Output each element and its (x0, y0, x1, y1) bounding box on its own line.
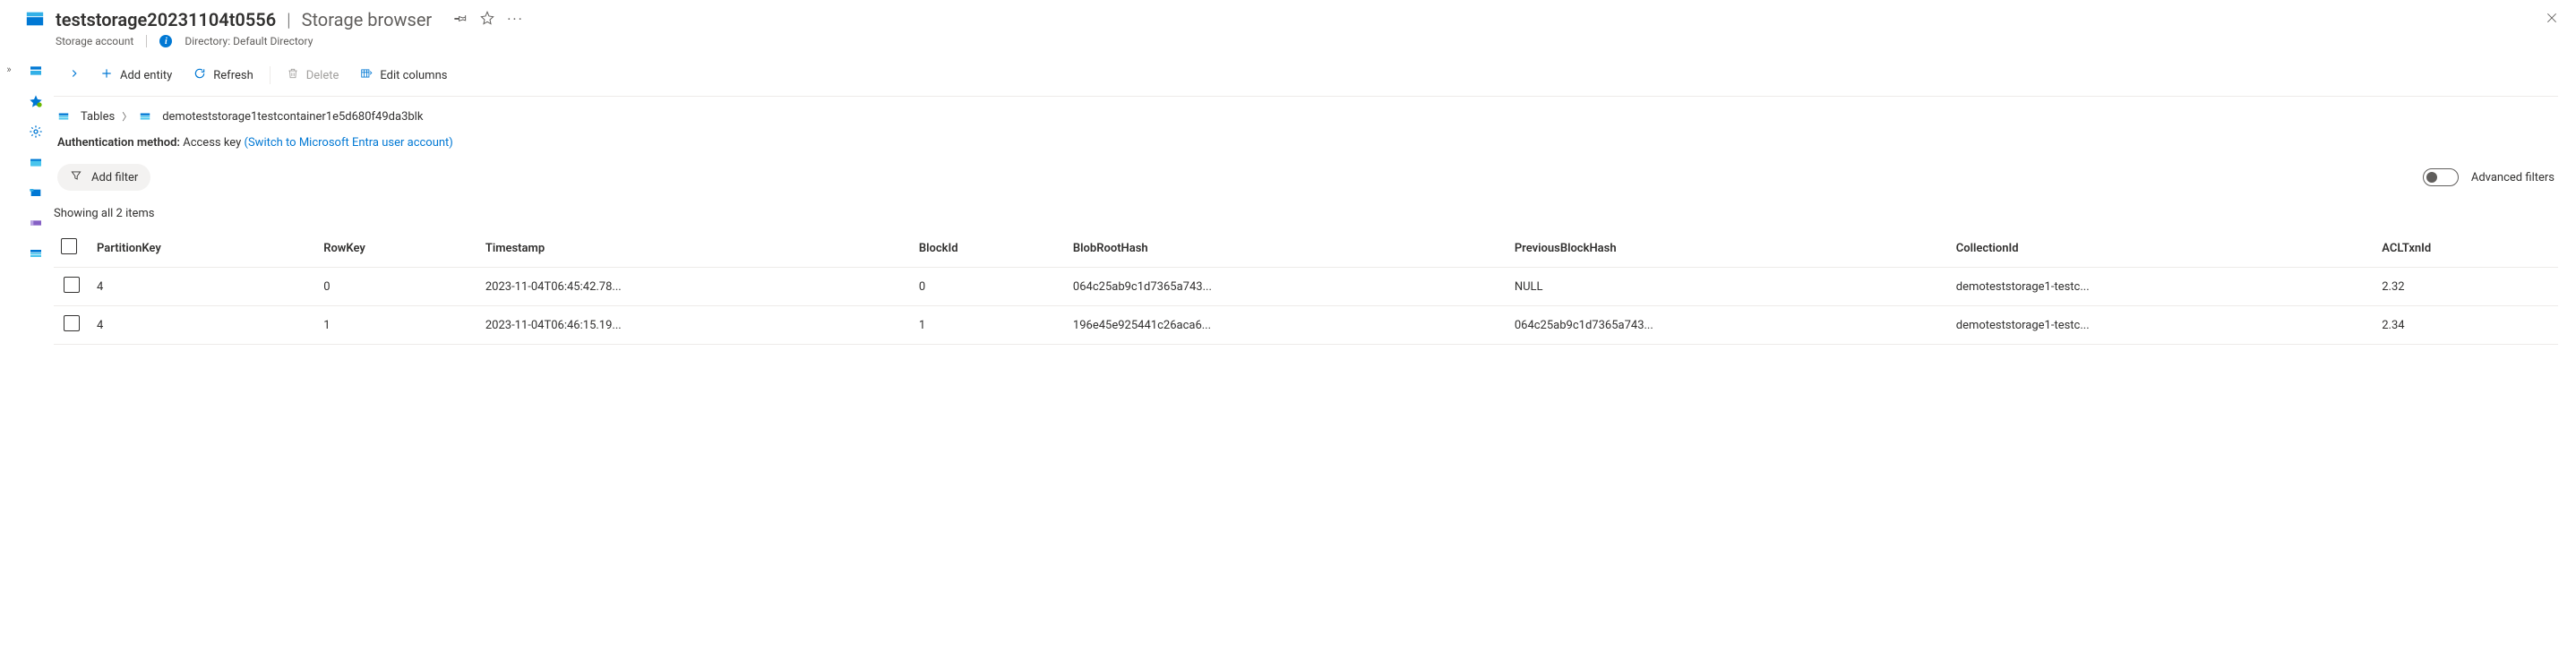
cell-blobroothash: 064c25ab9c1d7365a743... (1066, 268, 1507, 306)
chevron-right-icon: 〉 (122, 109, 132, 124)
cell-previousblockhash: NULL (1507, 268, 1949, 306)
sidebar-item-tables[interactable] (29, 246, 43, 261)
item-count-text: Showing all 2 items (54, 203, 2558, 229)
sidebar-item-favorites[interactable] (29, 94, 43, 108)
trash-icon (287, 67, 299, 83)
cell-partitionkey: 4 (90, 268, 316, 306)
resource-name: teststorage20231104t0556 (56, 9, 276, 30)
add-filter-button[interactable]: Add filter (57, 164, 150, 191)
page-title: Storage browser (302, 9, 433, 30)
col-timestamp[interactable]: Timestamp (478, 229, 912, 268)
resource-type-label: Storage account (56, 35, 133, 47)
add-entity-button[interactable]: Add entity (91, 62, 181, 89)
divider (146, 35, 147, 47)
select-all-checkbox[interactable] (61, 238, 77, 254)
pin-icon[interactable] (453, 11, 468, 29)
directory-label: Directory: Default Directory (185, 35, 313, 47)
auth-method-label: Authentication method: (57, 136, 180, 150)
auth-method-row: Authentication method: Access key (Switc… (54, 133, 2558, 160)
col-blockid[interactable]: BlockId (912, 229, 1066, 268)
filter-icon (70, 169, 82, 185)
table-row[interactable]: 4 1 2023-11-04T06:46:15.19... 1 196e45e9… (54, 306, 2558, 345)
cell-blobroothash: 196e45e925441c26aca6... (1066, 306, 1507, 345)
close-blade-button[interactable] (2542, 7, 2562, 31)
breadcrumb: Tables 〉 demoteststorage1testcontainer1e… (54, 97, 2558, 133)
col-collectionid[interactable]: CollectionId (1949, 229, 2375, 268)
sidebar-item-queues[interactable] (29, 216, 43, 230)
sidebar-item-settings[interactable] (29, 124, 43, 139)
refresh-icon (193, 67, 206, 83)
refresh-button[interactable]: Refresh (185, 62, 262, 89)
col-rowkey[interactable]: RowKey (316, 229, 478, 268)
edit-columns-label: Edit columns (380, 69, 447, 82)
cell-timestamp: 2023-11-04T06:46:15.19... (478, 306, 912, 345)
col-partitionkey[interactable]: PartitionKey (90, 229, 316, 268)
cell-partitionkey: 4 (90, 306, 316, 345)
advanced-filters-toggle[interactable] (2423, 168, 2459, 186)
row-checkbox[interactable] (64, 277, 80, 293)
cell-collectionid: demoteststorage1-testc... (1949, 268, 2375, 306)
sidebar-item-fileshares[interactable] (29, 185, 43, 200)
delete-label: Delete (306, 69, 339, 82)
switch-auth-link[interactable]: (Switch to Microsoft Entra user account) (245, 136, 453, 150)
sidebar-item-overview[interactable] (29, 64, 43, 78)
entities-table: PartitionKey RowKey Timestamp BlockId Bl… (54, 229, 2558, 345)
cell-rowkey: 1 (316, 306, 478, 345)
cell-timestamp: 2023-11-04T06:45:42.78... (478, 268, 912, 306)
row-checkbox[interactable] (64, 315, 80, 331)
storage-account-icon (25, 9, 45, 29)
cell-acltxnid: 2.32 (2374, 268, 2558, 306)
breadcrumb-current: demoteststorage1testcontainer1e5d680f49d… (162, 110, 423, 124)
add-entity-label: Add entity (120, 69, 172, 82)
table-icon (139, 110, 151, 123)
page-header: teststorage20231104t0556 | Storage brows… (0, 0, 2576, 55)
add-filter-label: Add filter (91, 171, 138, 184)
collapse-chevron-icon[interactable] (61, 64, 88, 87)
columns-icon (360, 67, 373, 83)
command-bar: Add entity Refresh Delete Edit columns (54, 55, 2558, 97)
title-separator: | (287, 9, 290, 30)
favorite-star-icon[interactable] (480, 11, 494, 29)
cell-previousblockhash: 064c25ab9c1d7365a743... (1507, 306, 1949, 345)
advanced-filters-label: Advanced filters (2471, 171, 2555, 184)
expand-menu-handle[interactable]: » (0, 55, 18, 345)
auth-method-value: Access key (183, 136, 241, 150)
sidebar-nav (18, 55, 54, 345)
plus-icon (100, 67, 113, 83)
more-actions-icon[interactable]: ··· (507, 11, 524, 29)
col-previousblockhash[interactable]: PreviousBlockHash (1507, 229, 1949, 268)
cell-collectionid: demoteststorage1-testc... (1949, 306, 2375, 345)
table-icon (57, 110, 70, 123)
refresh-label: Refresh (213, 69, 253, 82)
sidebar-item-containers[interactable] (29, 155, 43, 169)
table-row[interactable]: 4 0 2023-11-04T06:45:42.78... 0 064c25ab… (54, 268, 2558, 306)
cell-acltxnid: 2.34 (2374, 306, 2558, 345)
col-blobroothash[interactable]: BlobRootHash (1066, 229, 1507, 268)
delete-button: Delete (278, 62, 348, 89)
cell-rowkey: 0 (316, 268, 478, 306)
edit-columns-button[interactable]: Edit columns (351, 62, 456, 89)
cell-blockid: 0 (912, 268, 1066, 306)
cell-blockid: 1 (912, 306, 1066, 345)
breadcrumb-root[interactable]: Tables (81, 110, 115, 124)
info-icon[interactable]: i (159, 35, 172, 47)
col-acltxnid[interactable]: ACLTxnId (2374, 229, 2558, 268)
